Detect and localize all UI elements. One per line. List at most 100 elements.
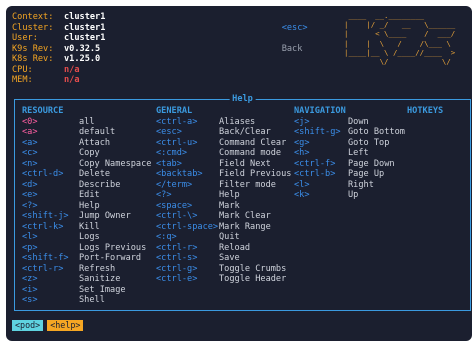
breadcrumb: <pod> <help>	[12, 320, 84, 331]
shortcut-row: <ctrl-space> Mark Range	[156, 222, 291, 233]
shortcut-row: <k> Up	[294, 190, 405, 201]
shortcut-key: <tab>	[156, 158, 182, 169]
shortcut-key: <s>	[22, 295, 38, 305]
shortcut-description: Shell	[79, 295, 105, 305]
shortcut-key: <c>	[22, 148, 38, 158]
shortcut-key: <?>	[22, 200, 38, 211]
shortcut-key: <esc>	[156, 127, 182, 137]
shortcut-row: <e> Edit	[22, 190, 151, 201]
shortcut-description: Refresh	[79, 263, 116, 274]
shortcut-row: <?> Help	[22, 201, 151, 212]
shortcut-row: <i> Set Image	[22, 285, 151, 296]
shortcut-description: Toggle Crumbs	[219, 263, 287, 274]
crumb-pod[interactable]: <pod>	[12, 320, 44, 331]
shortcut-row: <esc> Back/Clear	[156, 127, 291, 138]
info-label: User:	[12, 33, 38, 43]
shortcut-key: <0>	[22, 116, 38, 127]
shortcut-description: Set Image	[79, 284, 126, 295]
shortcut-description: Aliases	[219, 116, 256, 127]
shortcut-row: <z> Sanitize	[22, 274, 151, 285]
shortcut-description: Mark Clear	[219, 211, 271, 221]
shortcut-key: <l>	[22, 232, 38, 242]
shortcut-description: Logs	[79, 232, 100, 242]
info-value: cluster1	[64, 33, 106, 43]
shortcut-description: Goto Top	[348, 137, 390, 148]
shortcut-row: <ctrl-r> Refresh	[22, 264, 151, 275]
shortcut-description: Command mode	[219, 148, 282, 158]
shortcut-description: default	[79, 127, 116, 137]
shortcut-key: <i>	[22, 284, 38, 295]
shortcut-key: <a>	[22, 127, 38, 137]
shortcut-row: <0> all	[22, 117, 151, 128]
k9s-logo: ____ __.________ | |/ _/ __ \______ | < …	[344, 11, 456, 67]
shortcut-row: <d> Describe	[22, 180, 151, 191]
info-row-k9s-rev: K9s Rev: v0.32.5	[12, 44, 105, 55]
shortcut-description: Up	[348, 190, 359, 200]
navigation-header: NAVIGATION	[294, 106, 346, 116]
shortcut-row: <ctrl-d> Delete	[22, 169, 151, 180]
shortcut-key: <a>	[22, 137, 38, 148]
shortcut-key: <ctrl-e>	[156, 274, 198, 284]
shortcut-description: Jump Owner	[79, 211, 131, 221]
shortcut-description: Left	[348, 148, 369, 158]
shortcut-row: <ctrl-u> Command Clear	[156, 138, 291, 149]
info-label: Cluster:	[12, 22, 54, 33]
hotkeys-header: HOTKEYS	[407, 106, 444, 116]
shortcut-description: Describe	[79, 179, 121, 190]
shortcut-key: <e>	[22, 190, 38, 200]
shortcut-key: <d>	[22, 179, 38, 190]
shortcut-description: Filter mode	[219, 179, 276, 190]
shortcut-key: <h>	[294, 148, 310, 158]
shortcut-description: Edit	[79, 190, 100, 200]
info-label: K9s Rev:	[12, 43, 54, 54]
shortcut-key: <g>	[294, 137, 310, 148]
shortcut-row: <shift-f> Port-Forward	[22, 253, 151, 264]
shortcut-description: Kill	[79, 221, 100, 232]
shortcut-description: all	[79, 116, 95, 127]
shortcut-row: <backtab> Field Previous	[156, 169, 291, 180]
shortcut-key: <ctrl-r>	[156, 242, 198, 253]
general-header: GENERAL	[156, 106, 193, 116]
shortcut-key: <:cmd>	[156, 148, 188, 158]
shortcut-row: <ctrl-b> Page Up	[294, 169, 405, 180]
cluster-info: Context: cluster1 Cluster: cluster1 User…	[12, 12, 105, 86]
shortcut-key: <ctrl-r>	[22, 263, 64, 274]
menu-hint[interactable]: <esc> Back	[261, 12, 308, 65]
crumb-help[interactable]: <help>	[47, 320, 84, 331]
shortcut-key: <ctrl-s>	[156, 253, 198, 263]
shortcut-key: <ctrl-k>	[22, 221, 64, 232]
shortcut-description: Save	[219, 253, 240, 263]
shortcut-row: <tab> Field Next	[156, 159, 291, 170]
shortcut-row: <:cmd> Command mode	[156, 148, 291, 159]
info-label: Context:	[12, 12, 54, 22]
shortcut-key: <shift-f>	[22, 253, 69, 263]
shortcut-row: <ctrl-f> Page Down	[294, 159, 405, 170]
navigation-column: NAVIGATION <j> Down <shift-g> Goto Bottom <g…	[294, 106, 405, 201]
shortcut-row: <p> Logs Previous	[22, 243, 151, 254]
shortcut-row: <l> Logs	[22, 232, 151, 243]
shortcut-row: <a> default	[22, 127, 151, 138]
info-label: MEM:	[12, 75, 33, 85]
shortcut-key: <ctrl-u>	[156, 137, 198, 148]
resource-header: RESOURCE	[22, 106, 64, 116]
help-panel: Help RESOURCE <0> all <a> default <a> Attach <…	[14, 94, 471, 311]
shortcut-row: <a> Attach	[22, 138, 151, 149]
shortcut-key: <j>	[294, 116, 310, 127]
shortcut-row: <ctrl-k> Kill	[22, 222, 151, 233]
shortcut-description: Field Previous	[219, 169, 292, 179]
shortcut-key: <l>	[294, 179, 310, 190]
shortcut-description: Attach	[79, 137, 111, 148]
shortcut-key: <space>	[156, 200, 193, 211]
shortcut-description: Help	[79, 200, 100, 211]
shortcut-description: Goto Bottom	[348, 127, 405, 137]
shortcut-key: <n>	[22, 158, 38, 169]
shortcut-description: Help	[219, 190, 240, 200]
shortcut-description: Field Next	[219, 158, 271, 169]
shortcut-row: <h> Left	[294, 148, 405, 159]
general-column: GENERAL <ctrl-a> Aliases <esc> Back/Clear <c…	[156, 106, 291, 285]
shortcut-row: <ctrl-s> Save	[156, 253, 291, 264]
shortcut-description: Reload	[219, 242, 251, 253]
shortcut-key: <ctrl-b>	[294, 169, 336, 179]
shortcut-row: <?> Help	[156, 190, 291, 201]
shortcut-key: <p>	[22, 242, 38, 253]
